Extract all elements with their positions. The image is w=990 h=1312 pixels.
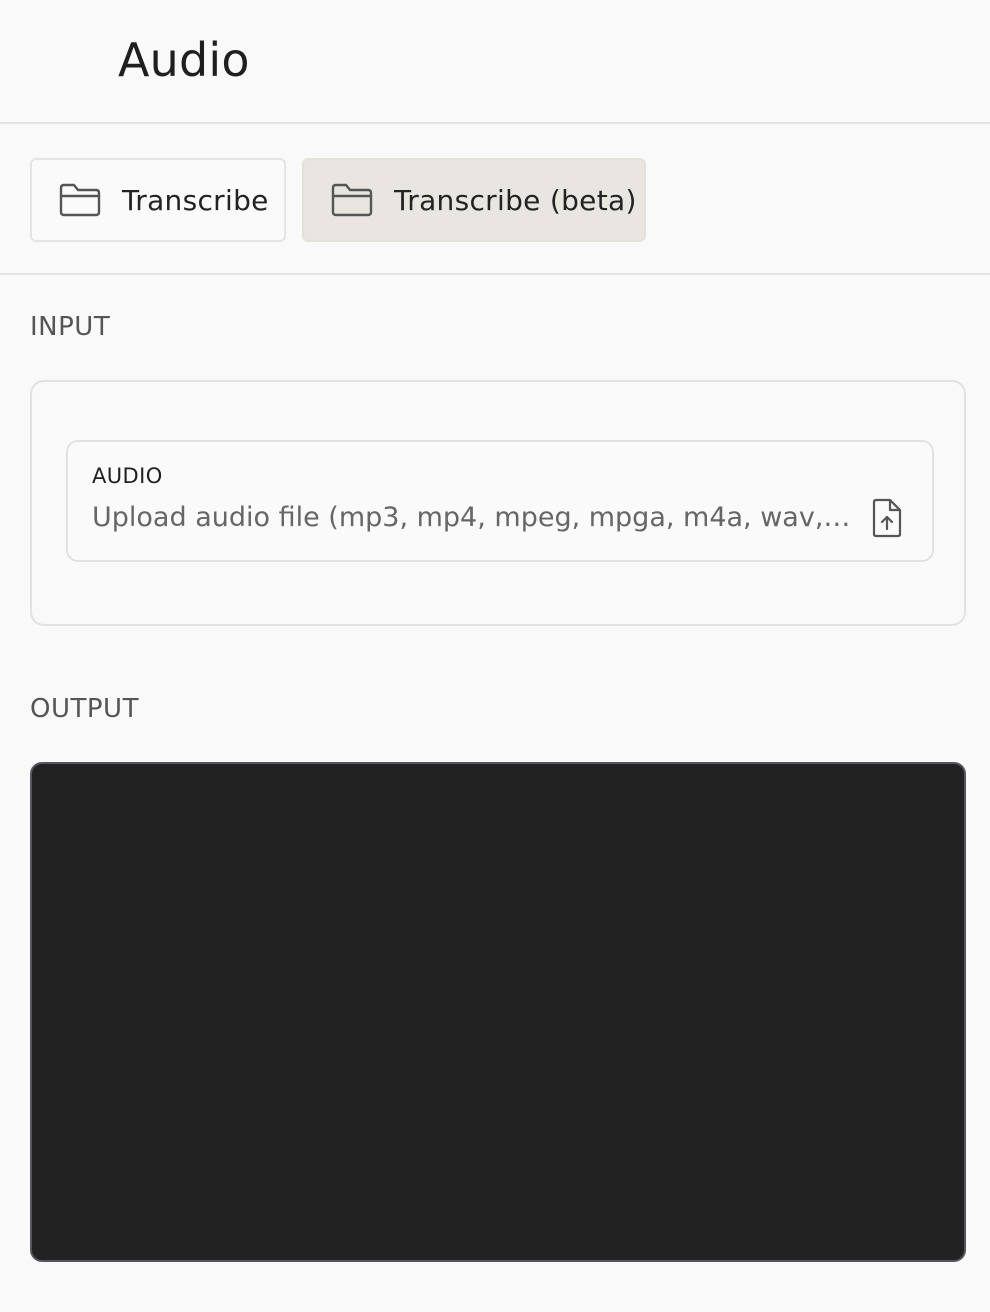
tab-transcribe-beta[interactable]: Transcribe (beta) (302, 158, 646, 242)
tab-label: Transcribe (beta) (394, 183, 637, 217)
audio-upload-field[interactable]: AUDIO Upload audio file (mp3, mp4, mpeg,… (66, 440, 934, 562)
audio-field-label: AUDIO (92, 464, 163, 488)
tab-transcribe[interactable]: Transcribe (30, 158, 286, 242)
input-section-label: INPUT (30, 312, 111, 342)
output-panel (30, 762, 966, 1262)
output-section-label: OUTPUT (30, 694, 139, 724)
audio-field-placeholder: Upload audio file (mp3, mp4, mpeg, mpga,… (92, 502, 852, 533)
folder-icon (331, 183, 373, 217)
folder-icon (59, 183, 101, 217)
input-card: AUDIO Upload audio file (mp3, mp4, mpeg,… (30, 380, 966, 626)
page-title: Audio (118, 33, 250, 87)
tab-bar: Transcribe Transcribe (beta) (0, 124, 990, 275)
page-header: Audio (0, 0, 990, 124)
tab-label: Transcribe (122, 183, 269, 217)
file-upload-icon[interactable] (870, 498, 904, 538)
